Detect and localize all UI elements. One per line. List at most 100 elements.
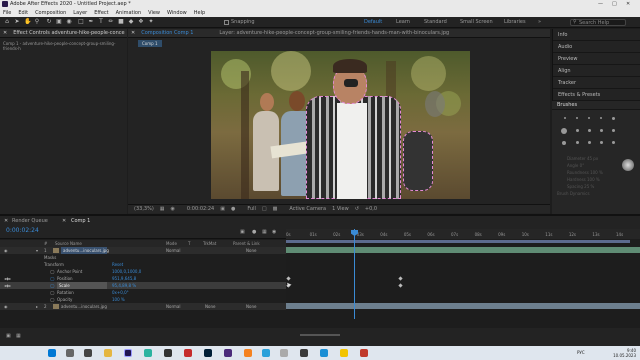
clone-stamp-icon[interactable]: ■ <box>118 19 124 25</box>
panel-preview[interactable]: Preview <box>553 53 640 65</box>
tab-comp-1[interactable]: Comp 1 <box>71 218 90 224</box>
prop-opacity[interactable]: ◯ Opacity 100 % <box>0 296 286 303</box>
maximize-icon[interactable]: □ <box>612 1 617 7</box>
camera-icon[interactable]: ▣ <box>220 206 225 212</box>
app-icon[interactable] <box>280 349 288 357</box>
timeline-track-area[interactable] <box>286 247 640 309</box>
roto-brush-icon[interactable]: ❖ <box>138 19 144 25</box>
menu-composition[interactable]: Composition <box>35 10 66 16</box>
after-effects-taskbar-icon[interactable] <box>124 349 132 357</box>
menu-effect[interactable]: Effect <box>94 10 108 16</box>
close-tab-icon[interactable]: ✕ <box>4 218 8 224</box>
premiere-icon[interactable] <box>224 349 232 357</box>
menu-layer[interactable]: Layer <box>73 10 87 16</box>
brush-preset[interactable] <box>588 117 590 119</box>
current-time-indicator[interactable] <box>354 229 355 319</box>
app-icon[interactable] <box>300 349 308 357</box>
panel-effects-presets[interactable]: Effects & Presets <box>553 89 640 101</box>
expand-arrow-icon[interactable]: ▾ <box>36 247 38 254</box>
scale-keyframe[interactable] <box>398 283 403 288</box>
keyframe-nav-icon[interactable]: ◂◆▸ <box>4 282 11 289</box>
work-area-bar[interactable] <box>286 240 630 243</box>
snapshot-icon[interactable]: ◉ <box>171 206 175 212</box>
effect-controls-tab[interactable]: ✕ Effect Controls adventure-hike-people-… <box>0 29 127 38</box>
menu-help[interactable]: Help <box>194 10 205 16</box>
time-ruler[interactable]: 0s 01s 02s 03s 04s 05s 06s 07s 08s 09s 10s 11s 12s 13… <box>286 229 640 239</box>
file-explorer-icon[interactable] <box>104 349 112 357</box>
pen-tool-icon[interactable]: ✒ <box>88 19 94 25</box>
stopwatch-icon[interactable]: ◯ <box>50 282 54 289</box>
prop-rotation[interactable]: ◯ Rotation 0x+0,0° <box>0 289 286 296</box>
workspace-default[interactable]: Default <box>364 19 382 25</box>
brush-preset[interactable] <box>600 117 602 119</box>
brush-preset[interactable] <box>612 141 615 144</box>
brush-preset[interactable] <box>600 141 603 144</box>
layer-duration-bar[interactable] <box>286 247 640 253</box>
shy-icon[interactable]: ● <box>252 229 256 235</box>
menu-edit[interactable]: Edit <box>18 10 28 16</box>
workspace-standard[interactable]: Standard <box>424 19 447 25</box>
panel-align[interactable]: Align <box>553 65 640 77</box>
prop-value[interactable]: 951,9,645,8 <box>112 275 136 282</box>
exposure-value[interactable]: +0,0 <box>365 206 377 212</box>
brush-preset[interactable] <box>612 117 615 120</box>
tab-render-queue[interactable]: Render Queue <box>12 218 48 224</box>
rotate-tool-icon[interactable]: ↻ <box>46 19 52 25</box>
layer-parent[interactable]: None <box>246 247 256 254</box>
toggle-modes-icon[interactable]: ▦ <box>16 333 21 339</box>
task-view-icon[interactable] <box>84 349 92 357</box>
brush-preset[interactable] <box>564 117 566 119</box>
prop-scale[interactable]: ◂◆▸ ◯ Scale 95,4,89,8 % <box>0 282 286 289</box>
transparency-grid-icon[interactable]: ▩ <box>273 206 278 212</box>
workspace-overflow-icon[interactable]: » <box>538 19 541 25</box>
minimize-icon[interactable]: — <box>598 1 603 7</box>
toggle-switches-icon[interactable]: ▣ <box>6 333 11 339</box>
brush-preset[interactable] <box>562 141 566 145</box>
workspace-learn[interactable]: Learn <box>396 19 410 25</box>
brush-preset[interactable] <box>561 128 567 134</box>
brush-preset[interactable] <box>576 129 579 132</box>
edge-icon[interactable] <box>320 349 328 357</box>
brush-preset[interactable] <box>588 141 591 144</box>
panel-info[interactable]: Info <box>553 29 640 41</box>
expand-arrow-icon[interactable]: ▸ <box>36 303 38 310</box>
frame-blend-icon[interactable]: ▦ <box>262 229 267 235</box>
grid-icon[interactable]: ▦ <box>160 206 165 212</box>
panel-tracker[interactable]: Tracker <box>553 77 640 89</box>
brush-tool-icon[interactable]: ✏ <box>108 19 114 25</box>
app-icon[interactable] <box>144 349 152 357</box>
brush-preset[interactable] <box>576 141 579 144</box>
timeline-timecode[interactable]: 0:00:02:24 <box>6 227 39 234</box>
col-source-name[interactable]: Source Name <box>55 241 82 246</box>
stopwatch-icon[interactable]: ◯ <box>50 296 54 303</box>
close-icon[interactable]: ✕ <box>626 1 630 7</box>
search-taskbar-icon[interactable] <box>66 349 74 357</box>
brush-preset[interactable] <box>612 129 615 132</box>
comp-breadcrumb[interactable]: Comp 1 <box>138 40 162 47</box>
views-dropdown[interactable]: 1 View <box>332 206 349 212</box>
layer-row[interactable]: ◉ ▾ 1 adventu...inoculars.jpg Normal Non… <box>0 247 286 254</box>
hand-tool-icon[interactable]: ✋ <box>24 19 31 25</box>
brush-preset[interactable] <box>576 117 578 119</box>
prop-masks[interactable]: Masks <box>0 254 286 261</box>
transform-reset[interactable]: Reset <box>112 261 123 268</box>
resolution-dropdown[interactable]: Full <box>247 206 256 212</box>
layer-mode[interactable]: Normal <box>166 303 180 310</box>
reset-exposure-icon[interactable]: ↺ <box>355 206 359 212</box>
motion-blur-icon[interactable]: ◉ <box>272 229 276 235</box>
prop-value[interactable]: 100 % <box>112 296 125 303</box>
workspace-libraries[interactable]: Libraries <box>504 19 526 25</box>
brush-preset[interactable] <box>588 129 591 132</box>
viewer-time[interactable]: 0:00:02:24 <box>187 206 214 212</box>
region-icon[interactable]: □ <box>262 206 267 212</box>
layer-trkmat[interactable]: None <box>205 303 215 310</box>
search-help-input[interactable]: Search Help <box>570 19 626 26</box>
layer-name[interactable]: adventu...inoculars.jpg <box>61 247 109 254</box>
zoom-slider[interactable] <box>300 334 340 336</box>
zoom-dropdown[interactable]: (33,3%) <box>134 206 154 212</box>
selection-tool-icon[interactable]: ➤ <box>14 19 20 25</box>
app-icon[interactable] <box>184 349 192 357</box>
stopwatch-icon[interactable]: ◯ <box>50 289 54 296</box>
stopwatch-icon[interactable]: ◯ <box>50 275 54 282</box>
pan-behind-icon[interactable]: ◉ <box>66 19 72 25</box>
